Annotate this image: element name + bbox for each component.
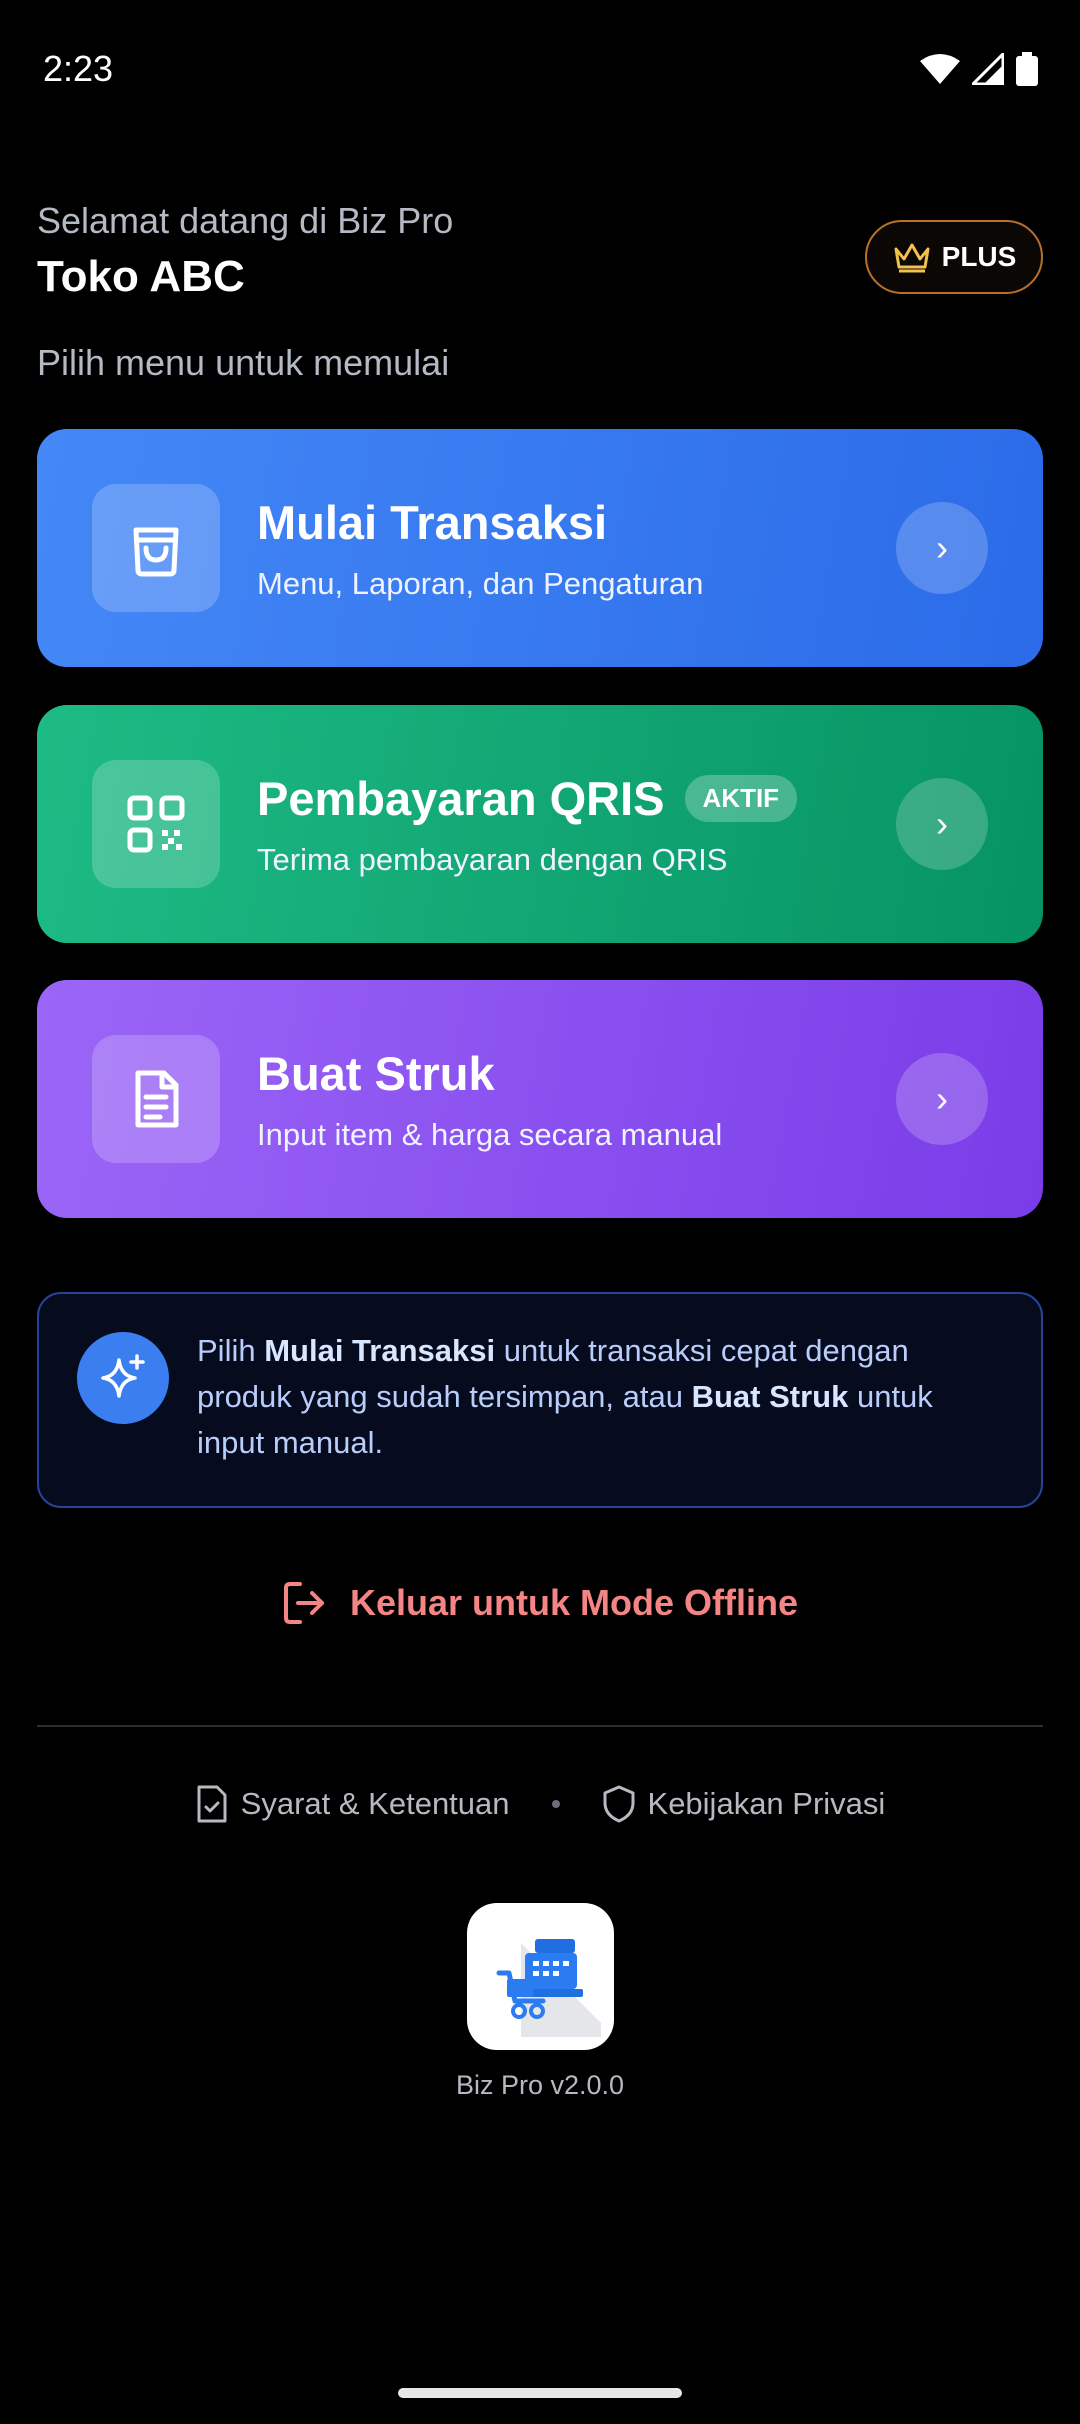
privacy-link[interactable]: Kebijakan Privasi	[602, 1785, 886, 1823]
info-tip-box: Pilih Mulai Transaksi untuk transaksi ce…	[37, 1292, 1043, 1508]
home-indicator[interactable]	[398, 2388, 682, 2398]
card-description: Input item & harga secara manual	[257, 1116, 723, 1152]
sparkle-icon	[101, 1354, 145, 1398]
wifi-icon	[920, 54, 960, 84]
separator-dot	[551, 1800, 560, 1808]
cash-register-cart-icon	[496, 1938, 601, 2037]
crown-icon	[894, 243, 930, 273]
pembayaran-qris-card[interactable]: Pembayaran QRIS AKTIF Terima pembayaran …	[37, 705, 1043, 943]
card-title: Buat Struk	[257, 1046, 495, 1100]
card-icon-container	[92, 760, 220, 888]
header: Selamat datang di Biz Pro Toko ABC Pilih…	[37, 200, 1043, 390]
subtitle: Pilih menu untuk memulai	[37, 342, 450, 383]
chevron-right-icon[interactable]: ›	[896, 1053, 988, 1145]
terms-label: Syarat & Ketentuan	[240, 1786, 510, 1821]
shield-icon	[603, 1785, 635, 1823]
chevron-right-icon[interactable]: ›	[896, 502, 988, 594]
card-title: Mulai Transaksi	[257, 495, 608, 549]
qr-code-icon	[127, 795, 185, 853]
app-logo	[467, 1903, 614, 2050]
card-icon-container	[92, 1035, 220, 1163]
terms-link[interactable]: Syarat & Ketentuan	[195, 1785, 510, 1823]
signal-icon	[972, 53, 1004, 85]
mulai-transaksi-card[interactable]: Mulai Transaksi Menu, Laporan, dan Penga…	[37, 429, 1043, 667]
logout-icon	[283, 1582, 324, 1624]
receipt-document-icon	[135, 1070, 179, 1128]
document-check-icon	[197, 1785, 227, 1823]
sparkle-icon-container	[77, 1332, 169, 1424]
card-icon-container	[92, 484, 220, 612]
privacy-label: Kebijakan Privasi	[647, 1786, 886, 1821]
card-description: Terima pembayaran dengan QRIS	[257, 841, 728, 877]
status-badge: AKTIF	[684, 774, 798, 822]
info-text: Pilih Mulai Transaksi untuk transaksi ce…	[197, 1333, 933, 1460]
status-bar: 2:23	[0, 0, 1080, 140]
buat-struk-card[interactable]: Buat Struk Input item & harga secara man…	[37, 980, 1043, 1218]
status-icons	[920, 52, 1038, 86]
shopping-bag-icon	[133, 527, 179, 577]
status-time: 2:23	[43, 48, 114, 89]
card-description: Menu, Laporan, dan Pengaturan	[257, 565, 704, 601]
divider	[37, 1725, 1043, 1727]
plus-badge[interactable]: PLUS	[865, 220, 1043, 294]
plus-label: PLUS	[941, 241, 1017, 272]
logout-offline-button[interactable]: Keluar untuk Mode Offline	[0, 1580, 1080, 1626]
chevron-right-icon[interactable]: ›	[896, 778, 988, 870]
card-title: Pembayaran QRIS	[257, 771, 665, 825]
battery-icon	[1016, 52, 1038, 86]
footer-links: Syarat & Ketentuan Kebijakan Privasi	[0, 1785, 1080, 1823]
logout-label: Keluar untuk Mode Offline	[349, 1582, 798, 1623]
app-version: Biz Pro v2.0.0	[455, 2070, 625, 2100]
